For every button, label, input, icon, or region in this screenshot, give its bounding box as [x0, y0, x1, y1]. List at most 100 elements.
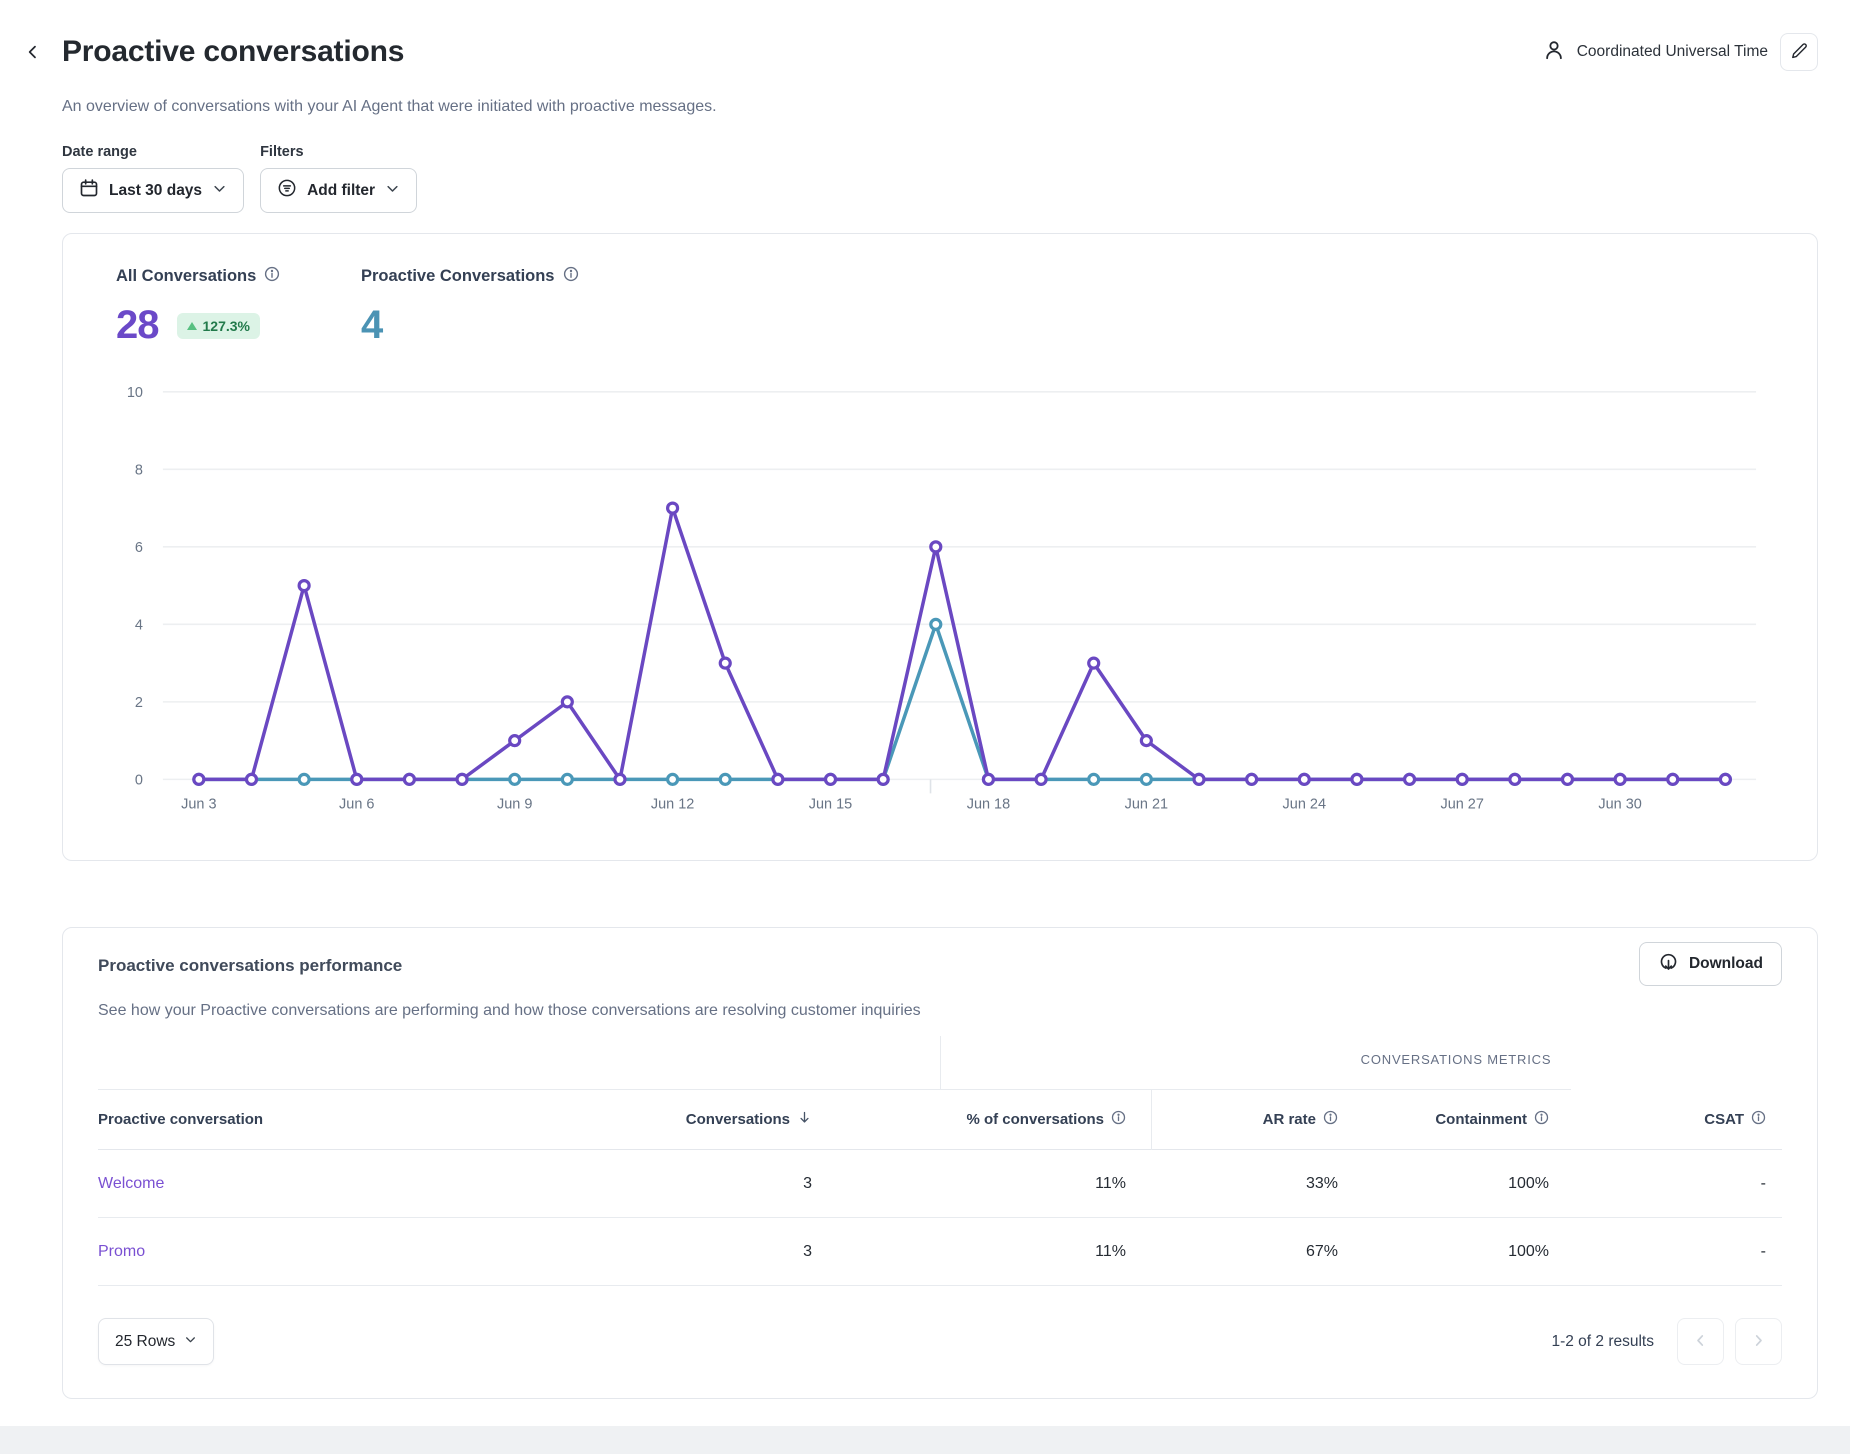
data-point: [720, 774, 730, 784]
calendar-icon: [79, 178, 99, 203]
data-point: [457, 774, 467, 784]
chevron-left-icon: [25, 44, 41, 63]
add-filter-label: Add filter: [307, 182, 375, 200]
x-axis-tick-label: Jun 9: [497, 796, 532, 812]
data-point: [1405, 774, 1415, 784]
data-point: [1247, 774, 1257, 784]
pagination: 25 Rows 1-2 of 2 results: [98, 1318, 1782, 1365]
page-description: An overview of conversations with your A…: [62, 98, 1818, 116]
cell-containment: 100%: [1338, 1243, 1549, 1261]
stats-row: All Conversations 28 127.3% Proactive Co…: [116, 266, 579, 348]
info-icon[interactable]: [264, 266, 280, 287]
data-point: [1194, 774, 1204, 784]
date-range-value: Last 30 days: [109, 182, 202, 200]
proactive-conversations-stat: Proactive Conversations 4: [361, 266, 579, 348]
filters-label: Filters: [260, 144, 417, 160]
data-point: [931, 619, 941, 629]
data-point: [1668, 774, 1678, 784]
x-axis-tick-label: Jun 12: [651, 796, 694, 812]
col-ar-rate[interactable]: AR rate: [1126, 1110, 1338, 1129]
y-axis-tick-label: 8: [135, 462, 143, 478]
col-containment[interactable]: Containment: [1338, 1110, 1549, 1129]
date-range-label: Date range: [62, 144, 244, 160]
col-csat[interactable]: CSAT: [1549, 1110, 1782, 1129]
data-point: [299, 774, 309, 784]
user-icon: [1543, 39, 1565, 66]
all-conversations-label: All Conversations: [116, 267, 256, 286]
chevron-down-icon: [385, 181, 400, 201]
next-page-button[interactable]: [1735, 1318, 1782, 1365]
proactive-conversations-label: Proactive Conversations: [361, 267, 555, 286]
filters-group: Filters Add filter: [260, 144, 417, 213]
data-point: [1457, 774, 1467, 784]
filter-bar: Date range Last 30 days Filters Add filt…: [62, 144, 1818, 213]
prev-page-button[interactable]: [1677, 1318, 1724, 1365]
conversations-metrics-label: CONVERSATIONS METRICS: [1128, 1052, 1784, 1067]
info-icon[interactable]: [563, 266, 579, 287]
back-button[interactable]: [18, 38, 48, 68]
data-point: [246, 774, 256, 784]
cell-conversations: 3: [612, 1243, 812, 1261]
x-axis-tick-label: Jun 18: [967, 796, 1010, 812]
data-point: [826, 774, 836, 784]
page-header: Proactive conversations Coordinated Univ…: [62, 30, 1818, 74]
column-divider: [940, 1036, 941, 1090]
table-group-header: CONVERSATIONS METRICS: [98, 1032, 1782, 1090]
x-axis-tick-label: Jun 15: [809, 796, 852, 812]
col-proactive-conversation: Proactive conversation: [98, 1111, 612, 1128]
col-conversations[interactable]: Conversations: [612, 1110, 812, 1129]
row-link-promo[interactable]: Promo: [98, 1243, 145, 1260]
info-icon: [1751, 1110, 1766, 1129]
x-axis-tick-label: Jun 21: [1125, 796, 1168, 812]
data-point: [510, 736, 520, 746]
x-axis-tick-label: Jun 24: [1283, 796, 1326, 812]
page-bottom-strip: [0, 1426, 1850, 1454]
cell-ar: 33%: [1126, 1175, 1338, 1193]
rows-per-page-button[interactable]: 25 Rows: [98, 1318, 214, 1365]
data-point: [404, 774, 414, 784]
filter-lines-icon: [277, 178, 297, 203]
download-button[interactable]: Download: [1639, 942, 1782, 986]
y-axis-tick-label: 6: [135, 540, 143, 556]
info-icon: [1323, 1110, 1338, 1129]
cell-containment: 100%: [1338, 1175, 1549, 1193]
page: Proactive conversations Coordinated Univ…: [0, 0, 1850, 1454]
x-axis-tick-label: Jun 3: [181, 796, 216, 812]
cell-pct: 11%: [812, 1243, 1126, 1261]
triangle-up-icon: [187, 322, 197, 330]
data-point: [773, 774, 783, 784]
x-axis-tick-label: Jun 30: [1598, 796, 1641, 812]
data-point: [615, 774, 625, 784]
table-row: Welcome 3 11% 33% 100% -: [98, 1150, 1782, 1218]
results-count: 1-2 of 2 results: [1551, 1333, 1654, 1351]
edit-timezone-button[interactable]: [1780, 33, 1818, 71]
sort-desc-icon: [797, 1110, 812, 1129]
data-point: [352, 774, 362, 784]
info-icon: [1111, 1110, 1126, 1129]
row-link-welcome[interactable]: Welcome: [98, 1175, 164, 1192]
data-point: [1089, 658, 1099, 668]
x-axis-tick-label: Jun 6: [339, 796, 374, 812]
data-point: [668, 774, 678, 784]
y-axis-tick-label: 4: [135, 617, 143, 633]
column-divider: [1151, 1090, 1152, 1150]
data-point: [299, 581, 309, 591]
date-range-group: Date range Last 30 days: [62, 144, 244, 213]
data-point: [878, 774, 888, 784]
delta-badge: 127.3%: [177, 313, 260, 339]
add-filter-button[interactable]: Add filter: [260, 168, 417, 213]
cell-conversations: 3: [612, 1175, 812, 1193]
table-header-row: Proactive conversation Conversations % o…: [98, 1090, 1782, 1150]
pencil-icon: [1791, 42, 1808, 62]
conversations-chart-card: All Conversations 28 127.3% Proactive Co…: [62, 233, 1818, 861]
data-point: [720, 658, 730, 668]
data-point: [1089, 774, 1099, 784]
data-point: [1352, 774, 1362, 784]
chevron-down-icon: [184, 1333, 197, 1351]
data-point: [510, 774, 520, 784]
data-point: [1036, 774, 1046, 784]
cell-csat: -: [1549, 1175, 1782, 1193]
date-range-button[interactable]: Last 30 days: [62, 168, 244, 213]
col-pct-of-conversations[interactable]: % of conversations: [812, 1110, 1126, 1129]
data-point: [931, 542, 941, 552]
